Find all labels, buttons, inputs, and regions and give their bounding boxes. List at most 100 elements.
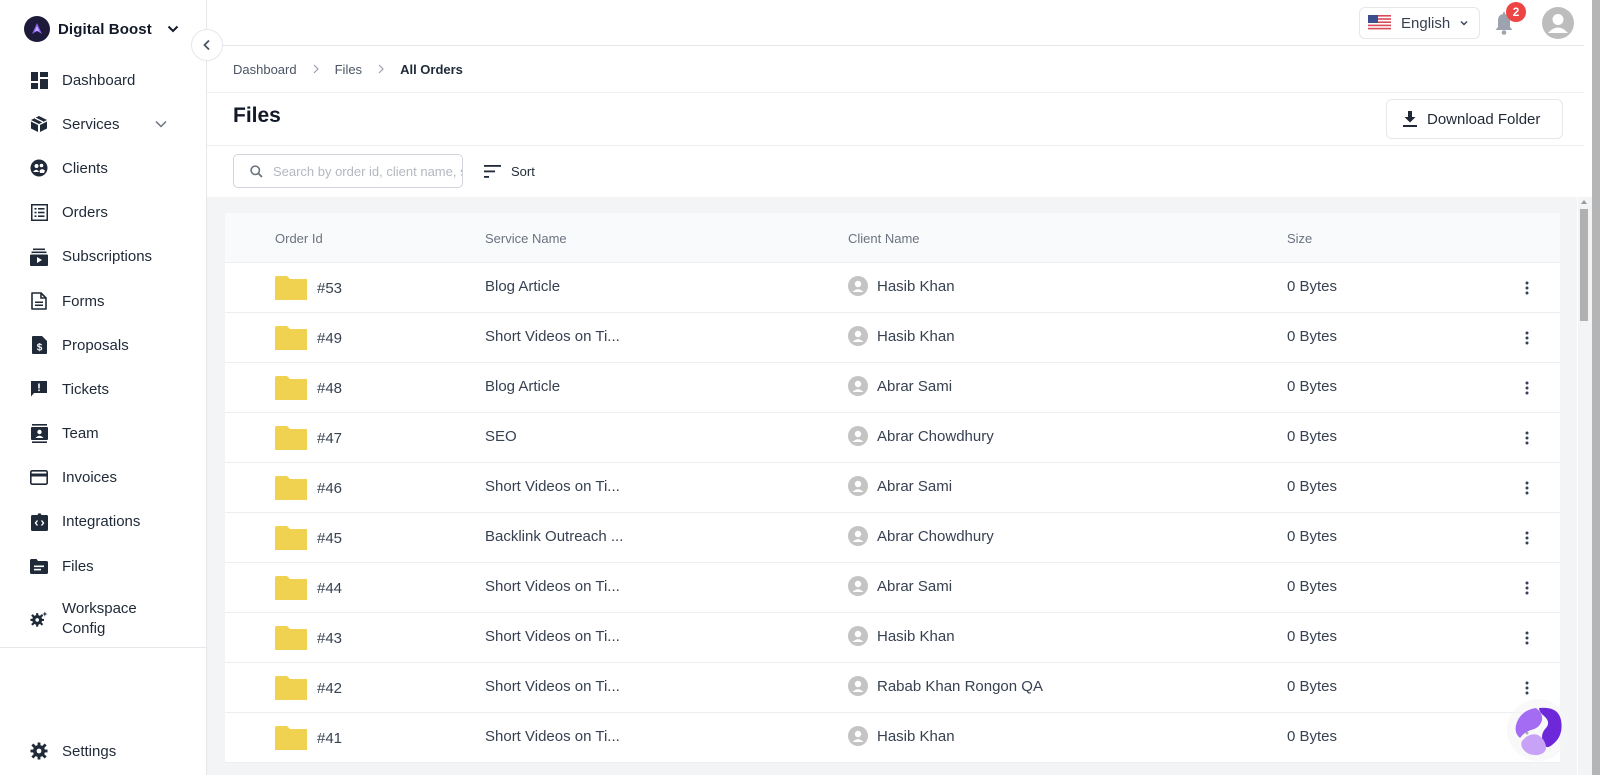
folder-icon bbox=[275, 476, 307, 500]
order-folder[interactable]: #48 bbox=[275, 376, 342, 400]
order-folder[interactable]: #46 bbox=[275, 476, 342, 500]
table-row[interactable]: #44 Short Videos on Ti... Abrar Sami 0 B… bbox=[225, 563, 1560, 613]
row-actions-button[interactable] bbox=[1517, 626, 1537, 650]
breadcrumb-files[interactable]: Files bbox=[335, 62, 362, 77]
sidebar-item-subscriptions[interactable]: Subscriptions bbox=[0, 235, 206, 279]
team-icon bbox=[30, 424, 48, 444]
client-name: Hasib Khan bbox=[877, 627, 955, 645]
order-folder[interactable]: #43 bbox=[275, 626, 342, 650]
order-folder[interactable]: #49 bbox=[275, 326, 342, 350]
table-scrollbar-thumb[interactable] bbox=[1580, 209, 1588, 321]
sidebar-item-files[interactable]: Files bbox=[0, 544, 206, 588]
folder-icon bbox=[275, 576, 307, 600]
chat-widget-button[interactable] bbox=[1506, 698, 1570, 762]
file-size: 0 Bytes bbox=[1287, 328, 1338, 345]
table-row[interactable]: #41 Short Videos on Ti... Hasib Khan 0 B… bbox=[225, 713, 1560, 763]
chevron-down-icon[interactable] bbox=[154, 117, 168, 131]
row-actions-button[interactable] bbox=[1517, 376, 1537, 400]
table-row[interactable]: #48 Blog Article Abrar Sami 0 Bytes bbox=[225, 363, 1560, 413]
search-icon bbox=[250, 164, 263, 178]
sidebar-item-services[interactable]: Services bbox=[0, 102, 206, 146]
sidebar-item-orders[interactable]: Orders bbox=[0, 191, 206, 235]
service-name: Short Videos on Ti... bbox=[485, 628, 620, 645]
client-avatar bbox=[848, 726, 868, 746]
search-input[interactable] bbox=[272, 163, 462, 179]
page-scrollbar-thumb[interactable] bbox=[1592, 0, 1600, 775]
sidebar-item-invoices[interactable]: Invoices bbox=[0, 456, 206, 500]
client-avatar bbox=[848, 626, 868, 646]
row-actions-button[interactable] bbox=[1517, 426, 1537, 450]
order-folder[interactable]: #42 bbox=[275, 676, 342, 700]
sidebar-item-label: Clients bbox=[62, 159, 108, 177]
table-row[interactable]: #53 Blog Article Hasib Khan 0 Bytes bbox=[225, 263, 1560, 313]
divider bbox=[207, 145, 1584, 146]
page-scrollbar[interactable] bbox=[1592, 0, 1600, 775]
client-name: Abrar Sami bbox=[877, 477, 953, 495]
scroll-up-arrow[interactable] bbox=[1581, 200, 1587, 204]
client-avatar bbox=[848, 376, 868, 396]
order-folder[interactable]: #41 bbox=[275, 726, 342, 750]
table-row[interactable]: #45 Backlink Outreach ... Abrar Chowdhur… bbox=[225, 513, 1560, 563]
table-row[interactable]: #46 Short Videos on Ti... Abrar Sami 0 B… bbox=[225, 463, 1560, 513]
workspace-logo bbox=[24, 16, 50, 42]
files-icon bbox=[30, 557, 48, 575]
user-icon bbox=[852, 330, 864, 342]
table-row[interactable]: #43 Short Videos on Ti... Hasib Khan 0 B… bbox=[225, 613, 1560, 663]
sidebar-item-team[interactable]: Team bbox=[0, 412, 206, 456]
workspace-name: Digital Boost bbox=[58, 20, 152, 38]
service-name: Short Videos on Ti... bbox=[485, 328, 620, 345]
user-icon bbox=[852, 580, 864, 592]
row-actions-button[interactable] bbox=[1517, 676, 1537, 700]
table-header: Order Id Service Name Client Name Size bbox=[225, 213, 1560, 263]
table-scrollbar[interactable] bbox=[1578, 197, 1592, 775]
client: Hasib Khan bbox=[848, 626, 955, 646]
breadcrumb-dashboard[interactable]: Dashboard bbox=[233, 62, 297, 77]
integrations-icon bbox=[30, 513, 48, 531]
table-row[interactable]: #49 Short Videos on Ti... Hasib Khan 0 B… bbox=[225, 313, 1560, 363]
row-actions-button[interactable] bbox=[1517, 476, 1537, 500]
table-row[interactable]: #47 SEO Abrar Chowdhury 0 Bytes bbox=[225, 413, 1560, 463]
download-folder-button[interactable]: Download Folder bbox=[1386, 99, 1563, 139]
order-folder[interactable]: #45 bbox=[275, 526, 342, 550]
row-actions-button[interactable] bbox=[1517, 526, 1537, 550]
chevron-down-icon bbox=[167, 25, 179, 33]
sidebar-item-workspace-config[interactable]: Workspace Config bbox=[0, 588, 206, 650]
row-actions-button[interactable] bbox=[1517, 326, 1537, 350]
user-avatar[interactable] bbox=[1542, 7, 1574, 39]
file-size: 0 Bytes bbox=[1287, 628, 1338, 645]
client: Abrar Chowdhury bbox=[848, 426, 994, 446]
sidebar-item-tickets[interactable]: Tickets bbox=[0, 367, 206, 411]
more-vertical-icon bbox=[1525, 581, 1529, 595]
order-folder[interactable]: #53 bbox=[275, 276, 342, 300]
chevron-left-icon bbox=[203, 39, 210, 51]
sidebar-item-dashboard[interactable]: Dashboard bbox=[0, 58, 206, 102]
sidebar-item-forms[interactable]: Forms bbox=[0, 279, 206, 323]
sort-label: Sort bbox=[511, 163, 535, 179]
service-name: SEO bbox=[485, 428, 517, 445]
sidebar-item-label: Settings bbox=[62, 742, 117, 760]
order-folder[interactable]: #44 bbox=[275, 576, 342, 600]
language-selector[interactable]: English bbox=[1359, 7, 1480, 39]
order-id: #45 bbox=[317, 529, 343, 547]
order-folder[interactable]: #47 bbox=[275, 426, 342, 450]
order-id: #44 bbox=[317, 579, 343, 597]
client-name: Hasib Khan bbox=[877, 327, 955, 345]
folder-icon bbox=[275, 626, 307, 650]
folder-icon bbox=[275, 326, 307, 350]
sidebar-item-clients[interactable]: Clients bbox=[0, 146, 206, 190]
row-actions-button[interactable] bbox=[1517, 576, 1537, 600]
row-actions-button[interactable] bbox=[1517, 276, 1537, 300]
collapse-sidebar-button[interactable] bbox=[191, 29, 223, 61]
service-name: Short Videos on Ti... bbox=[485, 578, 620, 595]
sort-button[interactable]: Sort bbox=[484, 160, 535, 182]
table-row[interactable]: #42 Short Videos on Ti... Rabab Khan Ron… bbox=[225, 663, 1560, 713]
download-icon bbox=[1403, 111, 1417, 127]
sidebar-item-label: Tickets bbox=[62, 380, 109, 398]
client: Abrar Sami bbox=[848, 576, 952, 596]
sidebar-item-settings[interactable]: Settings bbox=[0, 729, 206, 773]
user-icon bbox=[852, 480, 864, 492]
workspace-switcher[interactable]: Digital Boost bbox=[24, 16, 180, 42]
sidebar-item-integrations[interactable]: Integrations bbox=[0, 500, 206, 544]
dashboard-icon bbox=[30, 71, 48, 89]
sidebar-item-proposals[interactable]: $ Proposals bbox=[0, 323, 206, 367]
